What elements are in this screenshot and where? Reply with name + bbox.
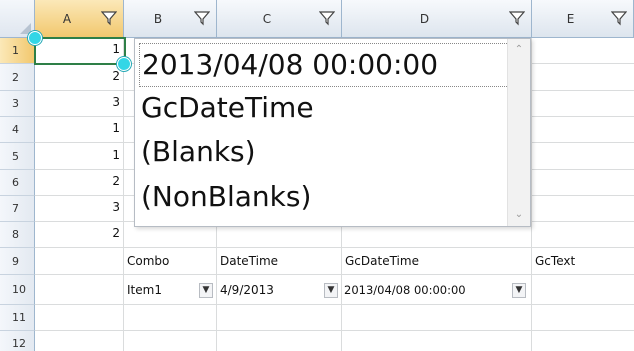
gridline — [35, 330, 634, 331]
filter-icon[interactable] — [101, 10, 117, 26]
cell-a7[interactable]: 3 — [36, 200, 122, 214]
row-header[interactable]: 6 — [0, 170, 35, 196]
gridline — [35, 274, 634, 275]
column-header-a[interactable]: A — [35, 0, 124, 38]
selection-handle[interactable] — [28, 31, 42, 45]
cell-a2[interactable]: 2 — [36, 69, 122, 83]
row-header[interactable]: 9 — [0, 248, 35, 275]
filter-icon[interactable] — [319, 10, 335, 26]
column-header-c[interactable]: C — [217, 0, 342, 38]
row-header[interactable]: 10 — [0, 275, 35, 305]
row-header-label: 5 — [12, 149, 19, 163]
cell-d9[interactable]: GcDateTime — [345, 254, 419, 268]
row-header[interactable]: 12 — [0, 331, 35, 351]
column-header-label: D — [419, 12, 430, 26]
row-header-label: 10 — [12, 283, 26, 296]
column-header-label: C — [262, 12, 272, 26]
row-header[interactable]: 7 — [0, 196, 35, 222]
column-header-label: E — [566, 12, 575, 26]
row-header[interactable]: 4 — [0, 117, 35, 143]
cell-b9[interactable]: Combo — [127, 254, 169, 268]
filter-icon[interactable] — [194, 10, 210, 26]
cell-c9[interactable]: DateTime — [220, 254, 278, 268]
row-header-label: 12 — [12, 337, 26, 350]
row-header-label: 8 — [12, 228, 19, 241]
filter-icon[interactable] — [509, 10, 525, 26]
column-header-label: B — [153, 12, 163, 26]
row-header[interactable]: 2 — [0, 64, 35, 91]
gcdatetime-value[interactable]: 2013/04/08 00:00:00 — [344, 283, 466, 297]
column-header-d[interactable]: D — [342, 0, 532, 38]
column-header-e[interactable]: E — [532, 0, 634, 38]
active-cell-border — [34, 37, 126, 65]
row-header[interactable]: 8 — [0, 222, 35, 248]
cell-a4[interactable]: 1 — [36, 121, 122, 135]
cell-a3[interactable]: 3 — [36, 95, 122, 109]
popup-scrollbar[interactable]: ⌃ ⌄ — [507, 39, 530, 226]
cell-a5[interactable]: 1 — [36, 148, 122, 162]
datetime-value[interactable]: 4/9/2013 — [220, 283, 274, 297]
row-header-label: 3 — [12, 97, 19, 110]
row-header-label: 9 — [12, 254, 19, 268]
row-header-label: 7 — [12, 202, 19, 215]
filter-option[interactable]: GcDateTime — [141, 91, 314, 124]
datetime-dropdown-button[interactable]: ▼ — [324, 283, 338, 298]
cell-a6[interactable]: 2 — [36, 174, 122, 188]
row-header-label: 4 — [12, 123, 19, 136]
filter-option[interactable]: (NonBlanks) — [141, 180, 311, 213]
filter-option[interactable]: (Blanks) — [141, 135, 256, 168]
combo-dropdown-button[interactable]: ▼ — [199, 283, 213, 298]
row-header-label: 2 — [12, 70, 19, 84]
gridline — [35, 247, 634, 248]
scroll-up-icon[interactable]: ⌃ — [508, 41, 530, 59]
row-header[interactable]: 5 — [0, 143, 35, 170]
filter-dropdown-list[interactable]: 2013/04/08 00:00:00 GcDateTime (Blanks) … — [134, 38, 531, 227]
row-header-label: 11 — [12, 311, 26, 324]
filter-option-selected[interactable]: 2013/04/08 00:00:00 — [139, 43, 509, 87]
combo-value[interactable]: Item1 — [127, 283, 162, 297]
gcdatetime-dropdown-button[interactable]: ▼ — [512, 283, 526, 298]
row-header-label: 6 — [12, 176, 19, 189]
row-header[interactable]: 3 — [0, 91, 35, 117]
row-header-label: 1 — [12, 44, 19, 57]
gridline — [35, 304, 634, 305]
column-header-b[interactable]: B — [124, 0, 217, 38]
row-header[interactable]: 11 — [0, 305, 35, 331]
cell-a8[interactable]: 2 — [36, 226, 122, 240]
scroll-down-icon[interactable]: ⌄ — [508, 206, 530, 224]
spreadsheet: A B C D E 1 2 3 4 5 6 7 8 9 10 11 12 1 2… — [0, 0, 634, 351]
cell-e9[interactable]: GcText — [535, 254, 575, 268]
selection-handle[interactable] — [117, 57, 131, 71]
column-header-label: A — [62, 12, 72, 26]
filter-icon[interactable] — [611, 10, 627, 26]
